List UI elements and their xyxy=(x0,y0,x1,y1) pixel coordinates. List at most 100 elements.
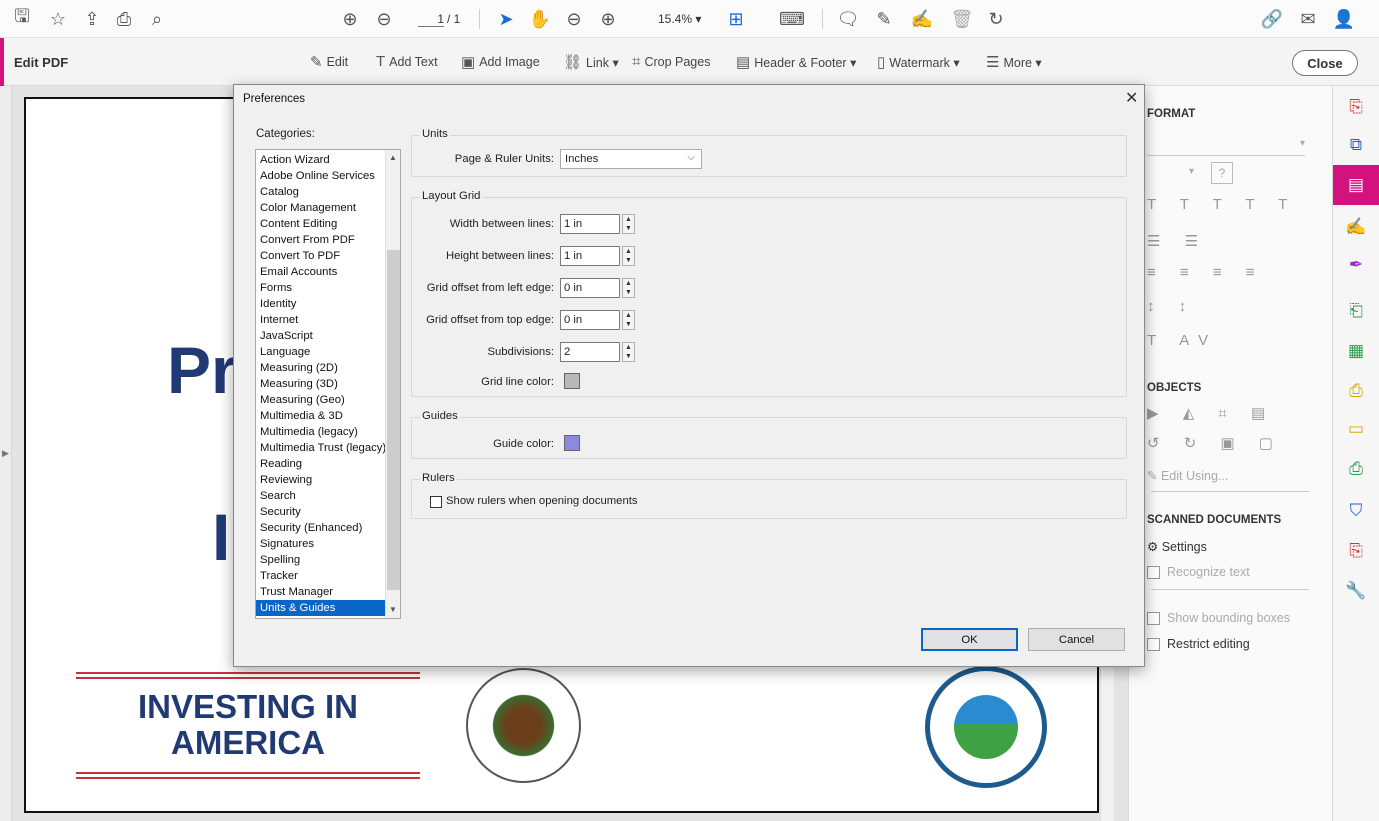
category-item[interactable]: Reading xyxy=(256,456,385,472)
line-spacing-icons[interactable]: ↕ ↕ xyxy=(1147,298,1196,315)
width-between-lines-spinner[interactable]: 1 in ▲ ▼ xyxy=(560,214,638,234)
grid-offset-top-spinner[interactable]: 0 in ▲ ▼ xyxy=(560,310,638,330)
spinner-arrows-icon[interactable]: ▲ ▼ xyxy=(622,214,635,234)
zoom-out-icon[interactable]: ⊖ xyxy=(562,7,586,31)
zoom-in-icon[interactable]: ⊕ xyxy=(596,7,620,31)
grid-offset-top-input[interactable]: 0 in xyxy=(560,310,620,330)
export-pdf-icon[interactable]: ⎗ xyxy=(1345,300,1367,322)
category-item[interactable]: Measuring (2D) xyxy=(256,360,385,376)
header-footer-button[interactable]: ▤ Header & Footer ▾ xyxy=(736,53,856,71)
organize-pages-icon[interactable]: ▦ xyxy=(1345,340,1367,362)
guide-color-swatch[interactable] xyxy=(564,435,580,451)
save-icon[interactable]: 🖫 xyxy=(10,6,34,31)
sign-icon[interactable]: ✍ xyxy=(910,7,934,31)
restrict-editing-checkbox[interactable] xyxy=(1147,638,1160,651)
category-item[interactable]: Security xyxy=(256,504,385,520)
pdf-standards-icon[interactable]: ⎘ xyxy=(1345,540,1367,562)
category-item[interactable]: Identity xyxy=(256,296,385,312)
category-item[interactable]: JavaScript xyxy=(256,328,385,344)
cancel-button[interactable]: Cancel xyxy=(1028,628,1125,651)
help-icon[interactable]: ? xyxy=(1211,162,1233,184)
left-panel-toggle[interactable]: ▶ xyxy=(0,86,12,821)
grid-offset-left-spinner[interactable]: 0 in ▲ ▼ xyxy=(560,278,638,298)
comment-icon[interactable]: 🗨 xyxy=(836,7,860,31)
next-page-icon[interactable]: ⊖ xyxy=(372,7,396,31)
add-text-button[interactable]: T Add Text xyxy=(376,53,438,70)
recognize-text-checkbox[interactable] xyxy=(1147,566,1160,579)
rotate-icon[interactable]: ↻ xyxy=(984,7,1008,31)
category-item[interactable]: Email Accounts xyxy=(256,264,385,280)
zoom-level-select[interactable]: 15.4% ▾ xyxy=(658,12,701,26)
subdivisions-spinner[interactable]: 2 ▲ ▼ xyxy=(560,342,638,362)
select-arrow-icon[interactable]: ➤ xyxy=(494,7,518,31)
category-item[interactable]: Measuring (3D) xyxy=(256,376,385,392)
height-between-lines-spinner[interactable]: 1 in ▲ ▼ xyxy=(560,246,638,266)
previous-page-icon[interactable]: ⊕ xyxy=(338,7,362,31)
category-item[interactable]: Spelling xyxy=(256,552,385,568)
spinner-arrows-icon[interactable]: ▲ ▼ xyxy=(622,310,635,330)
edit-using-select[interactable]: ✎ Edit Using... xyxy=(1147,468,1228,483)
category-item[interactable]: Measuring (Geo) xyxy=(256,392,385,408)
category-item[interactable]: Reviewing xyxy=(256,472,385,488)
category-item[interactable]: Action Wizard xyxy=(256,152,385,168)
hand-tool-icon[interactable]: ✋ xyxy=(528,7,552,31)
request-signatures-icon[interactable]: ✍ xyxy=(1345,216,1367,238)
object-transform-icons[interactable]: ▶ ◭ ⌗ ▤ xyxy=(1147,404,1275,422)
category-item[interactable]: Adobe Online Services xyxy=(256,168,385,184)
character-spacing-icons[interactable]: T AV xyxy=(1147,332,1218,349)
scrollbar-thumb[interactable] xyxy=(387,250,400,590)
share-link-icon[interactable]: 🔗 xyxy=(1260,7,1284,31)
edit-tool-button[interactable]: ✎ Edit xyxy=(310,53,348,71)
protect-shield-icon[interactable]: ⛉ xyxy=(1345,500,1367,522)
category-item[interactable]: Catalog xyxy=(256,184,385,200)
category-item[interactable]: Tracker xyxy=(256,568,385,584)
font-family-select[interactable]: ▾ xyxy=(1147,138,1305,156)
ok-button[interactable]: OK xyxy=(921,628,1018,651)
spinner-arrows-icon[interactable]: ▲ ▼ xyxy=(622,278,635,298)
category-item[interactable]: Internet xyxy=(256,312,385,328)
category-item[interactable]: Multimedia (legacy) xyxy=(256,424,385,440)
category-item[interactable]: Search xyxy=(256,488,385,504)
fit-page-icon[interactable]: ⊞ xyxy=(724,7,748,31)
more-button[interactable]: ☰ More ▾ xyxy=(986,53,1042,71)
categories-scrollbar[interactable]: ▲ ▼ xyxy=(385,150,400,618)
category-item-selected[interactable]: Units & Guides xyxy=(256,600,385,616)
grid-line-color-swatch[interactable] xyxy=(564,373,580,389)
show-bounding-boxes-checkbox[interactable] xyxy=(1147,612,1160,625)
category-item[interactable]: Forms xyxy=(256,280,385,296)
height-between-lines-input[interactable]: 1 in xyxy=(560,246,620,266)
page-number-input[interactable]: 1 xyxy=(418,12,444,27)
scroll-up-icon[interactable]: ▲ xyxy=(389,153,397,162)
scan-ocr-icon[interactable]: ⎙ xyxy=(1345,458,1367,480)
account-icon[interactable]: 👤 xyxy=(1332,7,1356,31)
more-tools-icon[interactable]: 🔧 xyxy=(1345,580,1367,602)
show-rulers-checkbox[interactable] xyxy=(430,496,442,508)
combine-files-icon[interactable]: ⧉ xyxy=(1345,134,1367,156)
width-between-lines-input[interactable]: 1 in xyxy=(560,214,620,234)
category-item[interactable]: Content Editing xyxy=(256,216,385,232)
category-item[interactable]: Language xyxy=(256,344,385,360)
print-icon[interactable]: ⎙ xyxy=(112,7,136,31)
grid-offset-left-input[interactable]: 0 in xyxy=(560,278,620,298)
fill-sign-icon[interactable]: ✒ xyxy=(1345,254,1367,276)
category-item[interactable]: Color Management xyxy=(256,200,385,216)
watermark-button[interactable]: ▯ Watermark ▾ xyxy=(877,53,960,71)
page-ruler-units-select[interactable]: Inches ⌵ xyxy=(560,149,702,169)
category-item[interactable]: Trust Manager xyxy=(256,584,385,600)
scroll-down-icon[interactable]: ▼ xyxy=(389,605,397,614)
highlight-pen-icon[interactable]: ✎ xyxy=(872,7,896,31)
email-icon[interactable]: ✉ xyxy=(1296,7,1320,31)
add-image-button[interactable]: ▣ Add Image xyxy=(461,53,540,71)
category-item[interactable]: Multimedia & 3D xyxy=(256,408,385,424)
text-style-icons[interactable]: T T T T T xyxy=(1147,196,1297,213)
zoom-search-icon[interactable]: ⌕ xyxy=(145,7,169,31)
close-icon[interactable]: ✕ xyxy=(1125,88,1138,108)
close-button[interactable]: Close xyxy=(1292,50,1358,76)
comment-tool-icon[interactable]: ▭ xyxy=(1345,418,1367,440)
category-item[interactable]: Convert To PDF xyxy=(256,248,385,264)
create-pdf-icon[interactable]: ⎘ xyxy=(1345,96,1367,118)
font-size-select[interactable]: ▾ xyxy=(1189,166,1194,177)
delete-icon[interactable]: 🗑 xyxy=(950,7,974,31)
category-item[interactable]: Security (Enhanced) xyxy=(256,520,385,536)
upload-cloud-icon[interactable]: ⇪ xyxy=(80,7,104,31)
